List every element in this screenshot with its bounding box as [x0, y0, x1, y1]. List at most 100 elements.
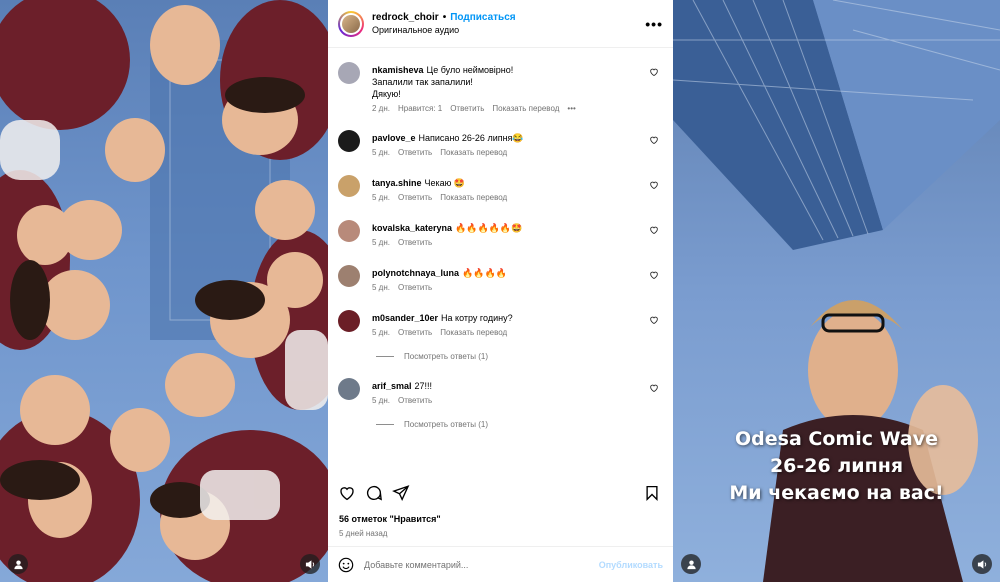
- user-icon: [686, 559, 696, 569]
- overlay-line-1: Odesa Comic Wave: [735, 428, 938, 450]
- heart-icon[interactable]: [649, 383, 659, 393]
- comment-item[interactable]: kovalska_kateryna 🔥🔥🔥🔥🔥🤩 5 дн. Ответить: [338, 220, 663, 248]
- comment-reply[interactable]: Ответить: [450, 104, 484, 113]
- comment-text: На котру годину?: [441, 313, 513, 323]
- more-icon[interactable]: •••: [645, 16, 663, 32]
- comment-username[interactable]: arif_smal: [372, 381, 412, 391]
- comment-translate[interactable]: Показать перевод: [440, 328, 507, 337]
- commenter-avatar[interactable]: [338, 378, 360, 400]
- audio-label[interactable]: Оригинальное аудио: [372, 24, 516, 37]
- volume-icon: [977, 559, 986, 569]
- likes-count[interactable]: 56 отметок "Нравится": [339, 514, 441, 524]
- comment-username[interactable]: nkamisheva: [372, 65, 424, 75]
- comment-meta: 5 дн. Ответить: [372, 395, 641, 407]
- publish-button[interactable]: Опубликовать: [599, 560, 663, 570]
- choir-photo: [0, 0, 328, 582]
- volume-icon: [305, 559, 314, 569]
- view-replies-button[interactable]: Посмотреть ответы (1): [376, 420, 488, 429]
- comment-reply[interactable]: Ответить: [398, 238, 432, 247]
- commenter-avatar[interactable]: [338, 310, 360, 332]
- comment-meta: 2 дн. Нравится: 1 Ответить Показать перевод…: [372, 103, 641, 115]
- comment-username[interactable]: pavlove_e: [372, 133, 416, 143]
- post-time[interactable]: 5 дней назад: [339, 529, 387, 538]
- comment-username[interactable]: polynotchnaya_luna: [372, 268, 459, 278]
- comment-item[interactable]: polynotchnaya_luna 🔥🔥🔥🔥 5 дн. Ответить: [338, 265, 663, 293]
- action-bar: [338, 482, 663, 506]
- heart-icon[interactable]: [338, 484, 356, 502]
- heart-icon[interactable]: [649, 135, 659, 145]
- comment-composer: Добавьте комментарий... Опубликовать: [328, 546, 673, 582]
- comment-text: 27!!!: [414, 381, 433, 391]
- user-tag-button[interactable]: [681, 554, 701, 574]
- comment-time: 2 дн.: [372, 104, 390, 113]
- comment-reply[interactable]: Ответить: [398, 396, 432, 405]
- comment-likes[interactable]: Нравится: 1: [398, 104, 442, 113]
- commenter-avatar[interactable]: [338, 62, 360, 84]
- heart-icon[interactable]: [649, 67, 659, 77]
- comment-username[interactable]: tanya.shine: [372, 178, 422, 188]
- view-replies-label[interactable]: Посмотреть ответы (1): [404, 352, 488, 361]
- comments-list[interactable]: nkamisheva Це було неймовірно! Запалили т…: [328, 48, 673, 476]
- replies-divider: [376, 356, 394, 357]
- user-icon: [13, 559, 23, 569]
- commenter-avatar[interactable]: [338, 130, 360, 152]
- user-tag-button[interactable]: [8, 554, 28, 574]
- comment-reply[interactable]: Ответить: [398, 328, 432, 337]
- comment-time: 5 дн.: [372, 396, 390, 405]
- username-link[interactable]: redrock_choir: [372, 12, 439, 23]
- emoji-icon[interactable]: [338, 557, 354, 573]
- right-video[interactable]: Odesa Comic Wave 26-26 липня Ми чекаємо …: [673, 0, 1000, 582]
- comment-item[interactable]: tanya.shine Чекаю 🤩 5 дн. Ответить Показать …: [338, 175, 663, 203]
- comment-icon[interactable]: [365, 484, 383, 502]
- view-replies-button[interactable]: Посмотреть ответы (1): [376, 352, 488, 361]
- left-video[interactable]: [0, 0, 328, 582]
- commenter-avatar[interactable]: [338, 175, 360, 197]
- overlay-line-2: 26-26 липня: [769, 455, 904, 477]
- comment-username[interactable]: m0sander_10er: [372, 313, 438, 323]
- commenter-avatar[interactable]: [338, 265, 360, 287]
- comment-reply[interactable]: Ответить: [398, 148, 432, 157]
- comment-text: Чекаю 🤩: [424, 178, 466, 188]
- post-panel: redrock_choir • Подписаться Оригинальное а…: [328, 0, 673, 582]
- comment-time: 5 дн.: [372, 283, 390, 292]
- profile-avatar[interactable]: [338, 10, 364, 37]
- comment-meta: 5 дн. Ответить Показать перевод: [372, 147, 641, 159]
- comment-text: 🔥🔥🔥🔥: [462, 268, 507, 278]
- comment-reply[interactable]: Ответить: [398, 283, 432, 292]
- comment-item[interactable]: nkamisheva Це було неймовірно! Запалили т…: [338, 62, 663, 114]
- bookmark-icon[interactable]: [643, 484, 661, 502]
- heart-icon[interactable]: [649, 315, 659, 325]
- mute-button[interactable]: [972, 554, 992, 574]
- post-header: redrock_choir • Подписаться Оригинальное а…: [328, 0, 673, 48]
- heart-icon[interactable]: [649, 225, 659, 235]
- comment-time: 5 дн.: [372, 328, 390, 337]
- comment-input[interactable]: Добавьте комментарий...: [364, 560, 468, 570]
- heart-icon[interactable]: [649, 270, 659, 280]
- comment-translate[interactable]: Показать перевод: [492, 104, 559, 113]
- share-icon[interactable]: [392, 484, 410, 502]
- comment-reply[interactable]: Ответить: [398, 193, 432, 202]
- replies-divider: [376, 424, 394, 425]
- comment-translate[interactable]: Показать перевод: [440, 193, 507, 202]
- mute-button[interactable]: [300, 554, 320, 574]
- comment-username[interactable]: kovalska_kateryna: [372, 223, 452, 233]
- comment-text: Написано 26-26 липня😂: [418, 133, 524, 143]
- heart-icon[interactable]: [649, 180, 659, 190]
- commenter-avatar[interactable]: [338, 220, 360, 242]
- comment-item[interactable]: pavlove_e Написано 26-26 липня😂 5 дн. Ответ…: [338, 130, 663, 158]
- comment-item[interactable]: arif_smal 27!!! 5 дн. Ответить: [338, 378, 663, 406]
- follow-button[interactable]: Подписаться: [450, 12, 515, 23]
- comment-meta: 5 дн. Ответить Показать перевод: [372, 192, 641, 204]
- comment-more[interactable]: •••: [567, 104, 575, 113]
- comment-meta: 5 дн. Ответить Показать перевод: [372, 327, 641, 339]
- comment-meta: 5 дн. Ответить: [372, 282, 641, 294]
- comment-meta: 5 дн. Ответить: [372, 237, 641, 249]
- comment-time: 5 дн.: [372, 148, 390, 157]
- comment-item[interactable]: m0sander_10er На котру годину? 5 дн. Ответи…: [338, 310, 663, 338]
- comment-translate[interactable]: Показать перевод: [440, 148, 507, 157]
- view-replies-label[interactable]: Посмотреть ответы (1): [404, 420, 488, 429]
- comment-time: 5 дн.: [372, 238, 390, 247]
- overlay-line-3: Ми чекаємо на вас!: [729, 482, 944, 504]
- comment-text: 🔥🔥🔥🔥🔥🤩: [455, 223, 523, 233]
- comment-time: 5 дн.: [372, 193, 390, 202]
